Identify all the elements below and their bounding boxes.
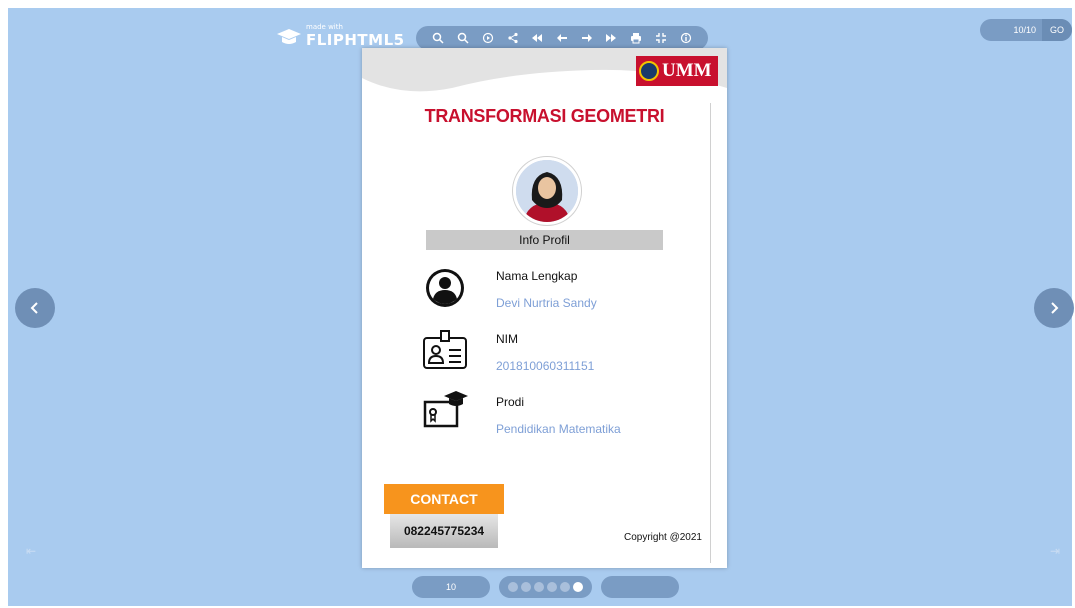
first-page-arrow-icon[interactable]: ⇤ bbox=[26, 544, 36, 558]
page-dot[interactable] bbox=[508, 582, 518, 592]
brand-name: FLIPHTML5 bbox=[306, 30, 405, 49]
previous-page-icon[interactable] bbox=[555, 31, 569, 45]
field-label-name: Nama Lengkap bbox=[496, 269, 578, 283]
contact-button[interactable]: CONTACT bbox=[384, 484, 504, 514]
autoplay-icon[interactable] bbox=[481, 31, 495, 45]
first-page-icon[interactable] bbox=[530, 31, 544, 45]
last-page-icon[interactable] bbox=[604, 31, 618, 45]
id-card-icon bbox=[423, 330, 467, 369]
university-emblem-icon bbox=[639, 61, 659, 81]
made-with-label: made with bbox=[306, 22, 343, 31]
graduation-certificate-icon bbox=[423, 391, 468, 428]
logo-text: UMM bbox=[662, 60, 712, 81]
field-value-prodi: Pendidikan Matematika bbox=[496, 422, 621, 436]
zoom-out-icon[interactable] bbox=[456, 31, 470, 45]
toolbar bbox=[416, 26, 708, 50]
page-margin-line bbox=[710, 103, 711, 563]
graduation-hat-icon bbox=[277, 29, 301, 44]
umm-logo: UMM bbox=[636, 56, 718, 86]
page-dot[interactable] bbox=[521, 582, 531, 592]
person-photo-icon bbox=[516, 160, 578, 222]
page-dots bbox=[499, 576, 592, 598]
next-page-icon[interactable] bbox=[580, 31, 594, 45]
page-number-pill[interactable]: 10 bbox=[412, 576, 490, 598]
document-page: UMM TRANSFORMASI GEOMETRI Info Profil Na… bbox=[362, 48, 727, 568]
user-circle-icon bbox=[426, 269, 464, 307]
phone-number: 082245775234 bbox=[390, 514, 498, 548]
field-value-nim: 201810060311151 bbox=[496, 359, 595, 373]
field-label-nim: NIM bbox=[496, 332, 518, 346]
go-button[interactable]: GO bbox=[1042, 19, 1072, 41]
bottom-right-pill[interactable] bbox=[601, 576, 679, 598]
chevron-right-icon bbox=[1051, 302, 1059, 314]
share-icon[interactable] bbox=[506, 31, 520, 45]
last-page-arrow-icon[interactable]: ⇥ bbox=[1050, 544, 1060, 558]
profile-header: Info Profil bbox=[426, 230, 663, 250]
fliphtml5-brand[interactable]: made with FLIPHTML5 bbox=[276, 22, 405, 50]
page-dot[interactable] bbox=[547, 582, 557, 592]
page-number-input[interactable] bbox=[980, 19, 1042, 41]
page-dot[interactable] bbox=[573, 582, 583, 592]
field-value-name: Devi Nurtria Sandy bbox=[496, 296, 597, 310]
page-dot[interactable] bbox=[560, 582, 570, 592]
document-title: TRANSFORMASI GEOMETRI bbox=[424, 106, 665, 126]
print-icon[interactable] bbox=[629, 31, 643, 45]
zoom-in-icon[interactable] bbox=[431, 31, 445, 45]
flipbook-viewer: made with FLIPHTML5 GO ⇤ ⇥ UMM bbox=[8, 8, 1074, 606]
chevron-left-icon bbox=[30, 302, 38, 314]
next-page-button[interactable] bbox=[1034, 288, 1074, 328]
previous-page-button[interactable] bbox=[15, 288, 55, 328]
copyright-text: Copyright @2021 bbox=[624, 532, 702, 543]
page-jump-box: GO bbox=[980, 19, 1072, 41]
fullscreen-icon[interactable] bbox=[654, 31, 668, 45]
profile-avatar bbox=[513, 157, 581, 225]
field-label-prodi: Prodi bbox=[496, 395, 525, 409]
info-icon[interactable] bbox=[679, 31, 693, 45]
page-dot[interactable] bbox=[534, 582, 544, 592]
